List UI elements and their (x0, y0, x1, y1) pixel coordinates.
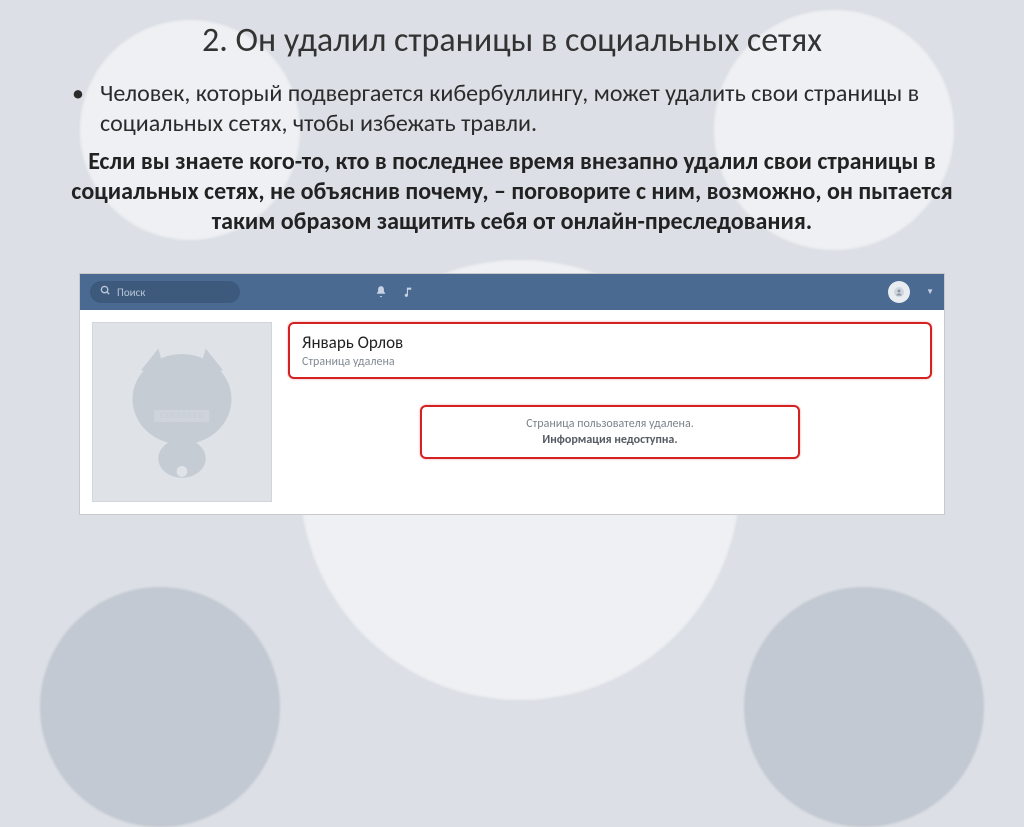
censored-label: CENSORED (153, 409, 210, 423)
slide: 2. Он удалил страницы в социальных сетях… (0, 0, 1024, 767)
profile-status: Страница удалена (302, 355, 918, 369)
vk-avatar-placeholder: CENSORED (92, 322, 272, 502)
vk-body: CENSORED Январь Орлов Страница удалена С… (80, 310, 944, 514)
highlight-deleted-box: Страница пользователя удалена. Информаци… (420, 405, 800, 459)
vk-screenshot: Поиск ▼ (79, 273, 945, 515)
censored-avatar: CENSORED (117, 340, 247, 485)
search-icon (100, 285, 111, 299)
deleted-line-2: Информация недоступна. (438, 433, 782, 447)
music-icon[interactable] (402, 286, 415, 299)
search-placeholder: Поиск (117, 286, 145, 299)
slide-title: 2. Он удалил страницы в социальных сетях (40, 20, 984, 61)
vk-header: Поиск ▼ (80, 274, 944, 310)
bell-icon[interactable] (374, 285, 388, 299)
emphasis-paragraph: Если вы знаете кого-то, кто в последнее … (40, 147, 984, 237)
vk-profile-area: Январь Орлов Страница удалена Страница п… (288, 322, 932, 502)
highlight-name-box: Январь Орлов Страница удалена (288, 322, 932, 379)
bullet-list: Человек, который подвергается кибербулли… (40, 79, 984, 139)
bullet-item: Человек, который подвергается кибербулли… (100, 79, 984, 139)
chevron-down-icon[interactable]: ▼ (926, 287, 934, 297)
vk-search-input[interactable]: Поиск (90, 281, 240, 303)
deleted-line-1: Страница пользователя удалена. (438, 417, 782, 431)
header-avatar[interactable] (888, 281, 910, 303)
profile-name: Январь Орлов (302, 332, 918, 353)
